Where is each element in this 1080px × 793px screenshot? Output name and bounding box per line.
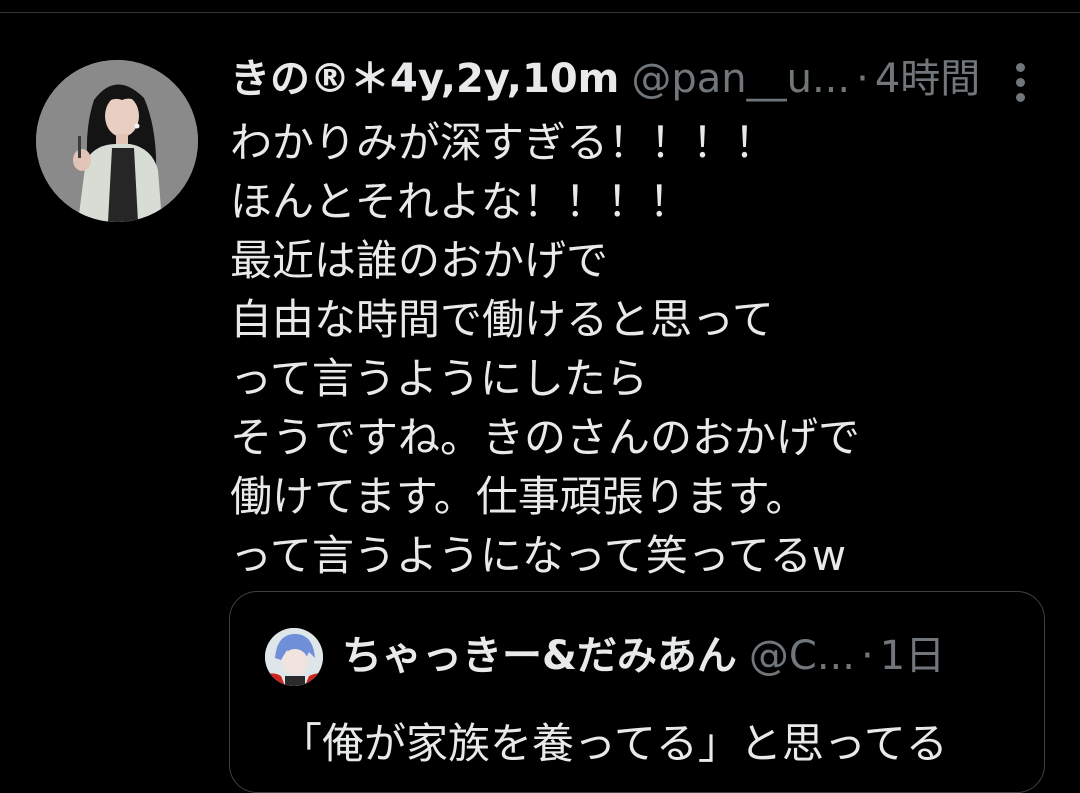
quoted-tweet-text: 「俺が家族を養ってる」と思ってる xyxy=(280,719,948,768)
display-name[interactable]: きの®＊4y,2y,10m xyxy=(230,56,619,102)
tweet-text-line: 自由な時間で働けると思って xyxy=(230,295,774,344)
quote-avatar-illustration xyxy=(265,628,323,686)
header-separator: · xyxy=(856,56,869,102)
quoted-user-avatar[interactable] xyxy=(265,628,323,686)
tweet-header: きの®＊4y,2y,10m @pan__u... · 4時間 xyxy=(230,49,1030,109)
tweet-timestamp[interactable]: 4時間 xyxy=(875,56,980,102)
tweet-text-line: って言うようにしたら xyxy=(230,354,648,403)
tweet-text: わかりみが深すぎる！！！！ ほんとそれよな！！！！ 最近は誰のおかげで 自由な時… xyxy=(230,113,1050,585)
tweet-text-line: ほんとそれよな！！！！ xyxy=(230,177,691,226)
quoted-tweet-card[interactable]: ちゃっきー&だみあん @C... · 1日 「俺が家族を養ってる」と思ってる xyxy=(229,591,1045,793)
tweet-text-line: 最近は誰のおかげで xyxy=(230,236,609,285)
user-avatar[interactable] xyxy=(36,60,198,222)
more-vertical-icon[interactable] xyxy=(1008,63,1032,103)
more-dot xyxy=(1015,93,1025,102)
user-handle[interactable]: @pan__u... xyxy=(631,56,850,102)
avatar-illustration xyxy=(36,60,198,222)
more-dot xyxy=(1015,78,1025,87)
tweet-text-line: わかりみが深すぎる！！！！ xyxy=(230,118,777,167)
quoted-header-separator: · xyxy=(860,633,874,679)
tweet-text-line: って言うようになって笑ってるw xyxy=(230,531,847,580)
quoted-tweet-timestamp[interactable]: 1日 xyxy=(880,633,945,679)
top-divider xyxy=(0,0,1080,13)
tweet[interactable]: きの®＊4y,2y,10m @pan__u... · 4時間 わかりみが深すぎる！！！… xyxy=(0,13,1080,793)
quoted-tweet-header: ちゃっきー&だみあん @C... · 1日 xyxy=(342,626,1032,686)
tweet-text-line: そうですね。きのさんのおかげで xyxy=(230,413,861,462)
more-dot xyxy=(1015,63,1025,72)
tweet-text-line: 働けてます。仕事頑張ります。 xyxy=(230,472,808,521)
quoted-user-handle[interactable]: @C... xyxy=(749,633,855,679)
quoted-display-name[interactable]: ちゃっきー&だみあん xyxy=(342,633,737,679)
